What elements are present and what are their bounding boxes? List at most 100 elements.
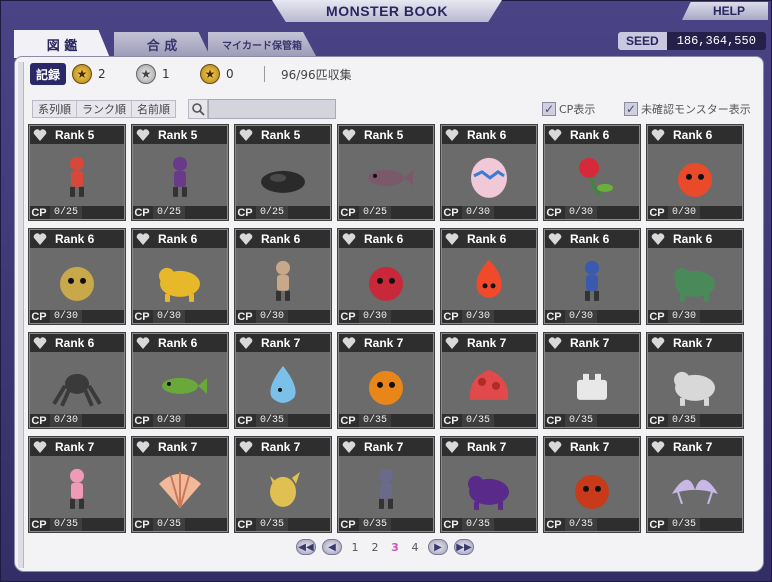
monster-card[interactable]: Rank 7 CP 0/35: [131, 436, 229, 533]
heart-icon[interactable]: [342, 129, 356, 141]
record-button[interactable]: 記録: [30, 63, 67, 85]
monster-card[interactable]: Rank 6 CP 0/30: [28, 228, 126, 325]
monster-card[interactable]: Rank 6 CP 0/30: [646, 228, 744, 325]
monster-card[interactable]: Rank 6 CP 0/30: [646, 124, 744, 221]
heart-icon[interactable]: [136, 337, 150, 349]
cp-label: CP: [649, 518, 665, 531]
heart-icon[interactable]: [548, 233, 562, 245]
heart-icon[interactable]: [548, 337, 562, 349]
checkmark-icon: ✓: [542, 102, 556, 116]
cp-value: 0/35: [565, 518, 598, 531]
page-4[interactable]: 4: [408, 541, 422, 554]
card-footer: CP 0/35: [442, 518, 536, 531]
heart-icon[interactable]: [651, 129, 665, 141]
heart-icon[interactable]: [33, 233, 47, 245]
search-icon[interactable]: [188, 99, 208, 119]
cp-value: 0/35: [256, 414, 289, 427]
cp-label: CP: [443, 310, 459, 323]
monster-rank: Rank 6: [158, 232, 198, 246]
monster-card[interactable]: Rank 7 CP 0/35: [646, 436, 744, 533]
card-header: Rank 7: [442, 334, 536, 352]
monster-card[interactable]: Rank 7 CP 0/35: [337, 332, 435, 429]
heart-icon[interactable]: [136, 441, 150, 453]
monster-card[interactable]: Rank 6 CP 0/30: [440, 124, 538, 221]
cp-display-checkbox[interactable]: ✓ CP表示: [542, 101, 595, 117]
monster-card[interactable]: Rank 6 CP 0/30: [543, 124, 641, 221]
sort-options: 系列順 ランク順 名前順: [32, 100, 176, 118]
monster-card[interactable]: Rank 7 CP 0/35: [543, 436, 641, 533]
next-page-icon[interactable]: ▶: [428, 539, 448, 555]
monster-rank: Rank 6: [158, 336, 198, 350]
heart-icon[interactable]: [342, 441, 356, 453]
heart-icon[interactable]: [136, 233, 150, 245]
heart-icon[interactable]: [239, 441, 253, 453]
heart-icon[interactable]: [651, 233, 665, 245]
monster-card[interactable]: Rank 7 CP 0/35: [28, 436, 126, 533]
tab-zukan[interactable]: 図 鑑: [14, 30, 110, 58]
monster-card[interactable]: Rank 7 CP 0/35: [543, 332, 641, 429]
cp-label: CP: [546, 206, 562, 219]
monster-rank: Rank 5: [261, 128, 301, 142]
heart-icon[interactable]: [548, 129, 562, 141]
monster-card[interactable]: Rank 5 CP 0/25: [337, 124, 435, 221]
monster-card[interactable]: Rank 6 CP 0/30: [28, 332, 126, 429]
heart-icon[interactable]: [651, 441, 665, 453]
monster-card[interactable]: Rank 7 CP 0/35: [440, 436, 538, 533]
card-header: Rank 6: [133, 334, 227, 352]
monster-card[interactable]: Rank 7 CP 0/35: [646, 332, 744, 429]
last-page-icon[interactable]: ▶▶: [454, 539, 474, 555]
sort-by-rank-button[interactable]: ランク順: [77, 101, 132, 117]
monster-card[interactable]: Rank 5 CP 0/25: [28, 124, 126, 221]
cp-value: 0/25: [153, 206, 186, 219]
heart-icon[interactable]: [136, 129, 150, 141]
card-footer: CP 0/35: [545, 518, 639, 531]
heart-icon[interactable]: [445, 129, 459, 141]
cp-label: CP: [340, 414, 356, 427]
heart-icon[interactable]: [239, 337, 253, 349]
first-page-icon[interactable]: ◀◀: [296, 539, 316, 555]
monster-card[interactable]: Rank 6 CP 0/30: [440, 228, 538, 325]
help-button[interactable]: HELP: [682, 2, 768, 20]
monster-sprite: [672, 479, 718, 504]
monster-card[interactable]: Rank 6 CP 0/30: [131, 332, 229, 429]
unconfirmed-monster-checkbox[interactable]: ✓ 未確認モンスター表示: [624, 101, 751, 117]
search-input[interactable]: [208, 99, 336, 119]
monster-card[interactable]: Rank 5 CP 0/25: [131, 124, 229, 221]
monster-sprite: [674, 371, 715, 406]
monster-card[interactable]: Rank 6 CP 0/30: [337, 228, 435, 325]
card-footer: CP 0/25: [339, 206, 433, 219]
heart-icon[interactable]: [651, 337, 665, 349]
heart-icon[interactable]: [548, 441, 562, 453]
page-3[interactable]: 3: [388, 541, 402, 554]
heart-icon[interactable]: [445, 337, 459, 349]
monster-card[interactable]: Rank 7 CP 0/35: [440, 332, 538, 429]
heart-icon[interactable]: [445, 233, 459, 245]
monster-rank: Rank 7: [467, 440, 507, 454]
heart-icon[interactable]: [342, 233, 356, 245]
heart-icon[interactable]: [33, 441, 47, 453]
sort-by-name-button[interactable]: 名前順: [132, 101, 175, 117]
cp-value: 0/35: [668, 518, 701, 531]
heart-icon[interactable]: [239, 233, 253, 245]
heart-icon[interactable]: [445, 441, 459, 453]
prev-page-icon[interactable]: ◀: [322, 539, 342, 555]
monster-sprite: [173, 156, 187, 197]
monster-card[interactable]: Rank 6 CP 0/30: [543, 228, 641, 325]
monster-card[interactable]: Rank 7 CP 0/35: [234, 436, 332, 533]
monster-rank: Rank 7: [158, 440, 198, 454]
monster-sprite: [369, 370, 403, 405]
heart-icon[interactable]: [33, 337, 47, 349]
monster-card[interactable]: Rank 5 CP 0/25: [234, 124, 332, 221]
monster-card[interactable]: Rank 7 CP 0/35: [337, 436, 435, 533]
heart-icon[interactable]: [342, 337, 356, 349]
monster-card[interactable]: Rank 6 CP 0/30: [234, 228, 332, 325]
page-1[interactable]: 1: [348, 541, 362, 554]
page-2[interactable]: 2: [368, 541, 382, 554]
heart-icon[interactable]: [239, 129, 253, 141]
heart-icon[interactable]: [33, 129, 47, 141]
tab-gousei[interactable]: 合 成: [114, 32, 210, 56]
monster-card[interactable]: Rank 7 CP 0/35: [234, 332, 332, 429]
tab-card-storage[interactable]: マイカード保管箱: [208, 32, 316, 56]
sort-by-series-button[interactable]: 系列順: [33, 101, 77, 117]
monster-card[interactable]: Rank 6 CP 0/30: [131, 228, 229, 325]
